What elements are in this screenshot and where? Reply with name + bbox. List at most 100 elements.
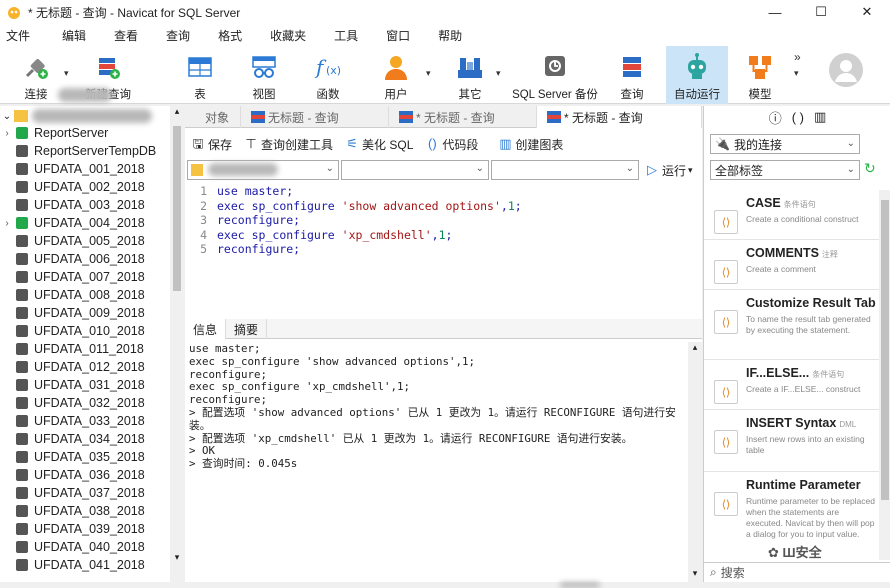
menu-format[interactable]: 格式 — [212, 27, 242, 44]
database-icon — [16, 559, 28, 571]
database-item[interactable]: UFDATA_041_2018 — [0, 556, 170, 574]
snippet-icon: ⟨⟩ — [714, 492, 738, 516]
database-icon — [16, 217, 28, 229]
user-button[interactable]: 用户 — [376, 46, 416, 104]
info-icon[interactable]: ⓘ — [769, 108, 782, 127]
database-item[interactable]: UFDATA_005_2018 — [0, 232, 170, 250]
model-button[interactable]: 模型 — [740, 46, 780, 104]
snippet-item[interactable]: ⟨⟩ IF...ELSE... 条件语句 Create a IF...ELSE... … — [704, 366, 879, 410]
run-button[interactable]: ▷ 运行 ▾ — [645, 162, 693, 179]
database-item[interactable]: UFDATA_032_2018 — [0, 394, 170, 412]
database-item[interactable]: UFDATA_031_2018 — [0, 376, 170, 394]
connection-root-row[interactable]: ⌄ — [0, 106, 183, 126]
snippet-item[interactable]: ⟨⟩ COMMENTS 注释 Create a comment — [704, 246, 879, 290]
left-scrollbar[interactable]: ▴ ▾ — [170, 106, 184, 582]
output-scrollbar[interactable]: ▴ ▾ — [688, 342, 702, 582]
database-item[interactable]: UFDATA_012_2018 — [0, 358, 170, 376]
beautify-sql-button[interactable]: ⚟ 美化 SQL — [345, 136, 413, 153]
database-item[interactable]: UFDATA_040_2018 — [0, 538, 170, 556]
layout-icon[interactable]: ▥ — [814, 109, 826, 125]
database-item[interactable]: UFDATA_003_2018 — [0, 196, 170, 214]
database-item[interactable]: UFDATA_002_2018 — [0, 178, 170, 196]
database-item[interactable]: › UFDATA_004_2018 — [0, 214, 170, 232]
database-item[interactable]: › ReportServer — [0, 124, 170, 142]
database-item[interactable]: UFDATA_038_2018 — [0, 502, 170, 520]
database-item[interactable]: UFDATA_035_2018 — [0, 448, 170, 466]
menu-window[interactable]: 窗口 — [380, 27, 410, 44]
tab-untitled-query-3[interactable]: * 无标题 - 查询 — [537, 106, 702, 128]
view-button[interactable]: 视图 — [244, 46, 284, 104]
query-button[interactable]: 查询 — [612, 46, 652, 104]
automation-button[interactable]: 自动运行 — [666, 46, 728, 104]
tag-select[interactable]: 全部标签 ⌄ — [710, 160, 860, 180]
database-item[interactable]: ReportServerTempDB — [0, 142, 170, 160]
toolbar-overflow-arrow[interactable]: ▾ — [794, 68, 799, 79]
other-button[interactable]: 其它 — [450, 46, 490, 104]
other-dropdown-arrow[interactable]: ▾ — [496, 68, 501, 79]
query-builder-button[interactable]: ⊤ 查询创建工具 — [244, 136, 333, 153]
menu-help[interactable]: 帮助 — [432, 27, 462, 44]
database-item[interactable]: UFDATA_009_2018 — [0, 304, 170, 322]
database-item[interactable]: UFDATA_036_2018 — [0, 466, 170, 484]
menu-file[interactable]: 文件 — [0, 27, 30, 44]
menu-query[interactable]: 查询 — [160, 27, 190, 44]
expand-arrow-icon[interactable]: › — [0, 128, 14, 139]
database-item[interactable]: UFDATA_033_2018 — [0, 412, 170, 430]
window-title: * 无标题 - 查询 - Navicat for SQL Server — [28, 5, 241, 20]
tab-untitled-query-2[interactable]: * 无标题 - 查询 — [389, 106, 537, 128]
connection-select[interactable]: ⌄ — [187, 160, 339, 180]
user-avatar-icon[interactable] — [828, 52, 864, 88]
sql-server-backup-button[interactable]: SQL Server 备份 — [510, 46, 600, 104]
connect-button[interactable]: 连接 — [10, 46, 62, 104]
database-item[interactable]: UFDATA_039_2018 — [0, 520, 170, 538]
database-icon — [16, 343, 28, 355]
menu-edit[interactable]: 编辑 — [56, 27, 86, 44]
table-button[interactable]: 表 — [180, 46, 220, 104]
tab-summary[interactable]: 摘要 — [226, 319, 268, 339]
snippet-item[interactable]: ⟨⟩ INSERT Syntax DML Insert new rows into a… — [704, 416, 879, 472]
code-snippet-button[interactable]: () 代码段 — [425, 136, 478, 153]
connect-dropdown-arrow[interactable]: ▾ — [64, 68, 69, 79]
database-name: UFDATA_009_2018 — [34, 306, 145, 320]
user-dropdown-arrow[interactable]: ▾ — [426, 68, 431, 79]
menu-tools[interactable]: 工具 — [328, 27, 358, 44]
tab-message[interactable]: 信息 — [185, 319, 227, 339]
database-item[interactable]: UFDATA_010_2018 — [0, 322, 170, 340]
code-snippet-icon[interactable]: ( ) — [792, 110, 804, 125]
my-connections-select[interactable]: 🔌 我的连接 ⌄ — [710, 134, 860, 154]
tab-objects[interactable]: 对象 — [185, 106, 241, 128]
selector-bar: ⌄ ⌄ ⌄ ▷ 运行 ▾ — [185, 159, 702, 181]
wechat-icon: ✿ — [768, 545, 779, 560]
snippet-search[interactable]: ⌕ 搜索 — [704, 562, 890, 582]
view-glasses-icon — [252, 56, 276, 78]
database-name: UFDATA_012_2018 — [34, 360, 145, 374]
database-item[interactable]: UFDATA_001_2018 — [0, 160, 170, 178]
database-item[interactable]: UFDATA_006_2018 — [0, 250, 170, 268]
snippet-item[interactable]: ⟨⟩ CASE 条件语句 Create a conditional construct — [704, 196, 879, 240]
database-item[interactable]: UFDATA_034_2018 — [0, 430, 170, 448]
create-chart-button[interactable]: ▥ 创建图表 — [498, 136, 563, 153]
collapse-arrow-icon[interactable]: ⌄ — [0, 111, 14, 122]
tab-untitled-query-1[interactable]: 无标题 - 查询 — [241, 106, 389, 128]
snippet-scrollbar[interactable] — [879, 190, 890, 560]
sql-code-editor[interactable]: 1 use master; 2 exec sp_configure 'show adv… — [185, 184, 702, 318]
save-button[interactable]: 🖫 保存 — [191, 136, 232, 153]
database-item[interactable]: UFDATA_008_2018 — [0, 286, 170, 304]
schema-select[interactable]: ⌄ — [491, 160, 639, 180]
builder-icon: ⊤ — [245, 136, 257, 151]
close-button[interactable]: ✕ — [844, 0, 890, 24]
menu-view[interactable]: 查看 — [108, 27, 138, 44]
menu-favorites[interactable]: 收藏夹 — [264, 27, 306, 44]
maximize-button[interactable]: ☐ — [798, 0, 844, 24]
refresh-icon[interactable]: ↻ — [864, 160, 876, 177]
minimize-button[interactable]: — — [752, 0, 798, 24]
snippet-description: Create a comment — [746, 264, 816, 274]
database-item[interactable]: UFDATA_011_2018 — [0, 340, 170, 358]
expand-arrow-icon[interactable]: › — [0, 218, 14, 229]
database-select[interactable]: ⌄ — [341, 160, 489, 180]
database-item[interactable]: UFDATA_037_2018 — [0, 484, 170, 502]
snippet-item[interactable]: ⟨⟩ Customize Result Tab To name the result… — [704, 296, 879, 360]
function-button[interactable]: f (x) 函数 — [308, 46, 348, 104]
toolbar-more-button[interactable]: » — [794, 50, 801, 64]
database-item[interactable]: UFDATA_007_2018 — [0, 268, 170, 286]
